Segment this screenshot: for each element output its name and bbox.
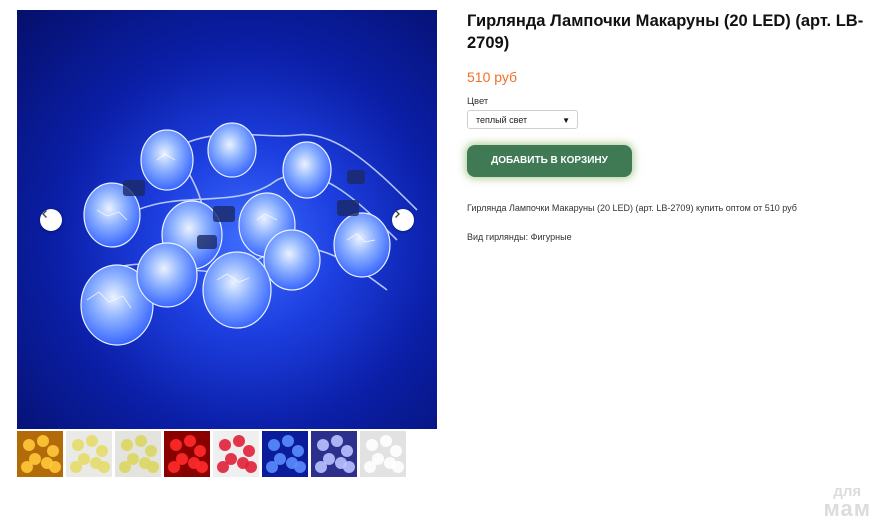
spec-label: Вид гирлянды: [467,232,529,242]
color-select-value: теплый свет [476,115,528,125]
thumbnail-5[interactable] [213,431,259,477]
caret-down-icon: ▼ [562,116,570,125]
chevron-right-icon [395,210,400,218]
thumbnail-image [21,435,61,473]
gallery-prev-button[interactable] [40,209,62,231]
color-select[interactable]: теплый свет ▼ [467,110,578,129]
watermark-line2: мам [823,496,871,522]
thumbnail-image [364,435,404,473]
chevron-left-icon [42,210,47,218]
product-gallery [17,10,437,477]
product-info: Гирлянда Лампочки Макаруны (20 LED) (арт… [467,10,867,242]
garland-photo [80,122,418,346]
thumbnail-2[interactable] [66,431,112,477]
spec-value: Фигурные [530,232,572,242]
thumbnail-8[interactable] [360,431,406,477]
thumbnail-3[interactable] [115,431,161,477]
product-title: Гирлянда Лампочки Макаруны (20 LED) (арт… [467,12,864,52]
gallery-next-button[interactable] [392,209,414,231]
thumbnail-image [266,435,306,473]
thumbnail-strip [17,431,406,477]
product-spec: Вид гирлянды: Фигурные [467,232,572,242]
product-description: Гирлянда Лампочки Макаруны (20 LED) (арт… [467,203,797,213]
thumbnail-image [217,435,257,473]
thumbnail-image [70,435,110,473]
thumbnail-4[interactable] [164,431,210,477]
thumbnail-1[interactable] [17,431,63,477]
thumbnail-6[interactable] [262,431,308,477]
thumbnail-image [119,435,159,473]
main-product-image[interactable] [17,10,437,429]
add-to-cart-button[interactable]: ДОБАВИТЬ В КОРЗИНУ [467,145,632,177]
product-price: 510 руб [467,69,518,85]
watermark-logo: для мам [823,484,872,522]
color-label: Цвет [467,96,489,107]
thumbnail-7[interactable] [311,431,357,477]
thumbnail-image [315,435,355,473]
thumbnail-image [168,435,208,473]
